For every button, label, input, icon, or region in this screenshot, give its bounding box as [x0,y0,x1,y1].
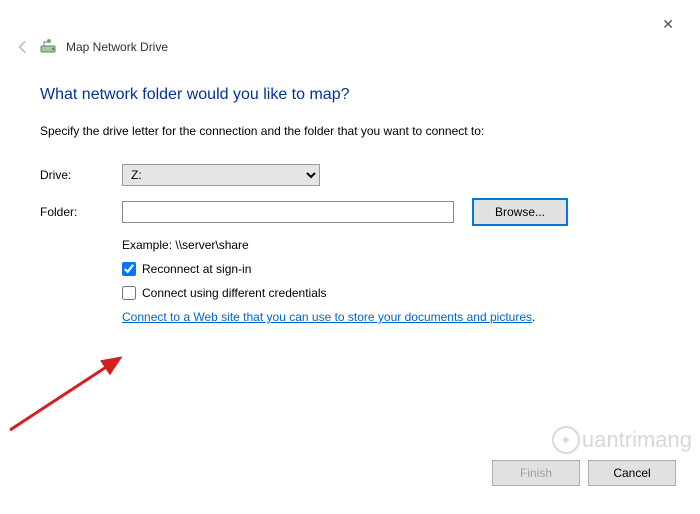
credentials-checkbox-row[interactable]: Connect using different credentials [122,286,660,300]
drive-select[interactable]: Z: [122,164,320,186]
annotation-arrow [0,350,140,440]
close-button[interactable]: ✕ [654,12,682,37]
instruction-text: Specify the drive letter for the connect… [40,124,660,138]
reconnect-checkbox-row[interactable]: Reconnect at sign-in [122,262,660,276]
wizard-footer: Finish Cancel [492,460,676,486]
browse-button[interactable]: Browse... [472,198,568,226]
wizard-title: Map Network Drive [66,40,168,54]
connect-website-row: Connect to a Web site that you can use t… [122,310,660,324]
wizard-header: Map Network Drive [14,38,168,56]
cancel-button[interactable]: Cancel [588,460,676,486]
credentials-label: Connect using different credentials [142,286,327,300]
watermark-text: uantrimang [582,427,692,453]
folder-combobox[interactable] [122,201,454,223]
watermark-icon: ✦ [552,426,580,454]
finish-button: Finish [492,460,580,486]
watermark: ✦ uantrimang [552,426,692,454]
reconnect-checkbox[interactable] [122,262,136,276]
credentials-checkbox[interactable] [122,286,136,300]
connect-website-link[interactable]: Connect to a Web site that you can use t… [122,310,532,324]
reconnect-label: Reconnect at sign-in [142,262,251,276]
folder-label: Folder: [40,205,122,219]
page-heading: What network folder would you like to ma… [40,86,660,104]
network-drive-icon [40,39,58,55]
back-arrow-icon[interactable] [14,38,32,56]
drive-label: Drive: [40,168,122,182]
link-suffix: . [532,310,535,324]
example-text: Example: \\server\share [122,238,660,252]
